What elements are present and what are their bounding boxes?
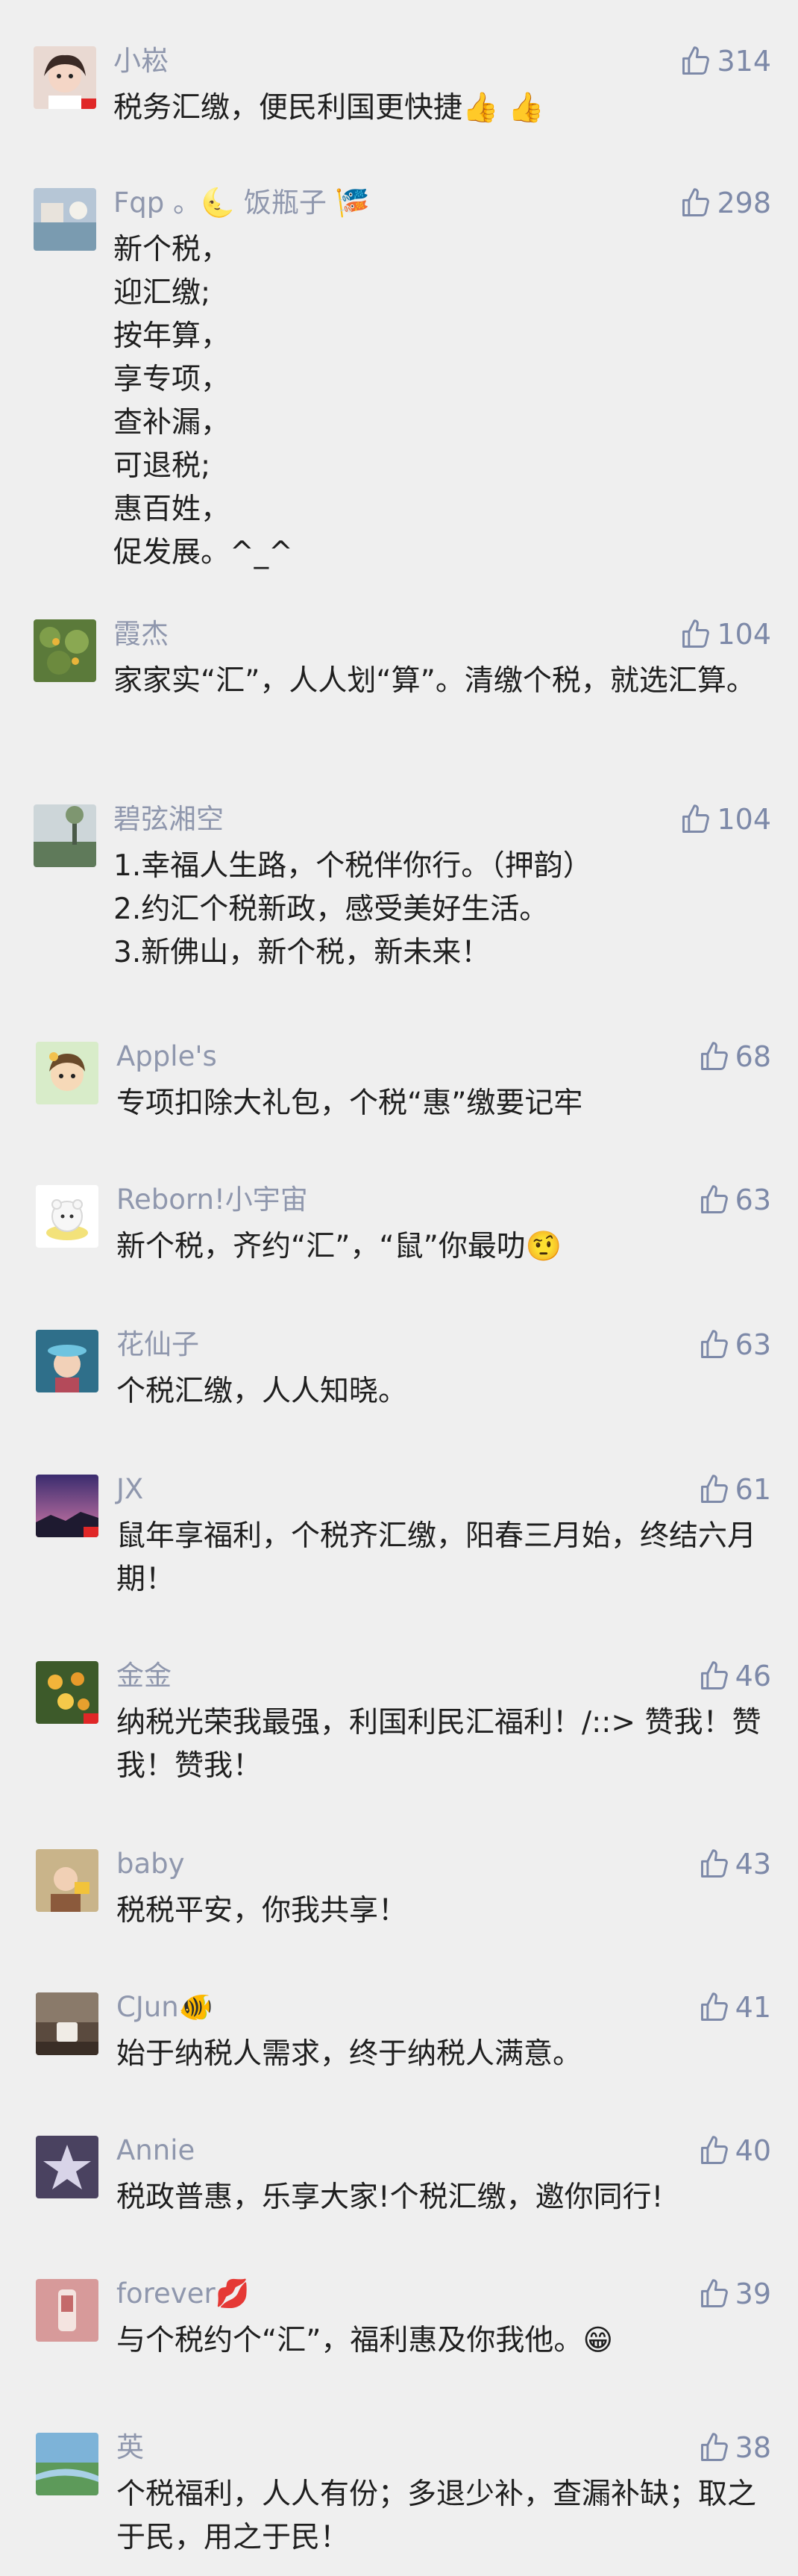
comment-text: 纳税光荣我最强，利国利民汇福利！/::> 赞我！赞我！赞我！ [116, 1706, 761, 1783]
username[interactable]: baby [116, 1848, 185, 1881]
flag-badge [84, 1527, 98, 1537]
comment-text: 新个税，齐约“汇”，“鼠”你最叻🤨 [116, 1230, 562, 1263]
username[interactable]: 花仙子 [116, 1328, 199, 1361]
like-count: 104 [717, 803, 771, 836]
like-button[interactable]: 104 [679, 618, 771, 651]
comment-text: 个税福利，人人有份；多退少补，查漏补缺；取之于民，用之于民！ [116, 2477, 757, 2554]
like-count: 314 [717, 45, 771, 78]
like-count: 39 [735, 2278, 771, 2310]
like-button[interactable]: 63 [698, 1184, 771, 1216]
avatar[interactable] [34, 188, 96, 251]
avatar[interactable] [36, 2433, 98, 2495]
username[interactable]: forever💋 [116, 2278, 250, 2310]
avatar[interactable] [34, 804, 96, 867]
thumbs-up-icon [700, 2279, 728, 2307]
username[interactable]: Reborn!小宇宙 [116, 1184, 308, 1216]
username[interactable]: 小崧 [113, 45, 169, 78]
username[interactable]: Annie [116, 2134, 195, 2167]
like-count: 38 [735, 2431, 771, 2464]
username[interactable]: 碧弦湘空 [113, 803, 224, 836]
avatar[interactable] [34, 619, 96, 682]
comment-text: 始于纳税人需求，终于纳税人满意。 [116, 2037, 582, 2071]
like-button[interactable]: 46 [698, 1660, 771, 1692]
avatar[interactable] [34, 46, 96, 109]
comment-text: 新个税， 迎汇缴; 按年算， 享专项， 查补漏， 可退税; 惠百姓， 促发展。^… [113, 233, 293, 569]
like-count: 104 [717, 618, 771, 651]
like-count: 46 [735, 1660, 771, 1692]
like-button[interactable]: 40 [698, 2134, 771, 2167]
avatar[interactable] [36, 1475, 98, 1537]
like-count: 298 [717, 187, 771, 219]
like-button[interactable]: 38 [698, 2431, 771, 2464]
avatar[interactable] [36, 1661, 98, 1724]
like-count: 68 [735, 1040, 771, 1073]
like-button[interactable]: 104 [679, 803, 771, 836]
thumbs-up-icon [700, 2136, 728, 2164]
like-button[interactable]: 68 [698, 1040, 771, 1073]
like-button[interactable]: 43 [698, 1848, 771, 1881]
thumbs-up-icon [700, 1330, 728, 1358]
comment-text: 税务汇缴，便民利国更快捷👍 👍 [113, 91, 544, 125]
comment-text: 与个税约个“汇”，福利惠及你我他。😁 [116, 2324, 614, 2357]
like-button[interactable]: 61 [698, 1473, 771, 1506]
like-count: 41 [735, 1991, 771, 2024]
username[interactable]: JX [116, 1473, 143, 1506]
avatar[interactable] [36, 1330, 98, 1392]
avatar[interactable] [36, 1849, 98, 1912]
comment-feed: 小崧 314 税务汇缴，便民利国更快捷👍 👍 Fqp 。🌜 饭瓶子 🎏 298 … [0, 0, 798, 2576]
like-count: 63 [735, 1184, 771, 1216]
comment-text: 1.幸福人生路，个税伴你行。（押韵） 2.约汇个税新政，感受美好生活。 3.新佛… [113, 849, 592, 969]
thumbs-up-icon [700, 1042, 728, 1070]
thumbs-up-icon [700, 2433, 728, 2461]
like-button[interactable]: 39 [698, 2278, 771, 2310]
comment-text: 税政普惠，乐享大家!个税汇缴，邀你同行! [116, 2180, 664, 2214]
thumbs-up-icon [682, 188, 710, 216]
comment-text: 专项扣除大礼包，个税“惠”缴要记牢 [116, 1087, 583, 1120]
comment-text: 税税平安，你我共享！ [116, 1894, 408, 1928]
username[interactable]: 英 [116, 2431, 144, 2464]
like-button[interactable]: 314 [679, 45, 771, 78]
thumbs-up-icon [682, 46, 710, 75]
like-button[interactable]: 41 [698, 1991, 771, 2024]
flag-badge [84, 1713, 98, 1724]
avatar[interactable] [36, 1042, 98, 1104]
like-button[interactable]: 63 [698, 1328, 771, 1361]
like-count: 40 [735, 2134, 771, 2167]
like-count: 43 [735, 1848, 771, 1881]
thumbs-up-icon [700, 1992, 728, 2021]
thumbs-up-icon [700, 1475, 728, 1503]
username[interactable]: Apple's [116, 1040, 217, 1073]
thumbs-up-icon [700, 1185, 728, 1213]
like-count: 61 [735, 1473, 771, 1506]
avatar[interactable] [36, 1185, 98, 1248]
username[interactable]: 霞杰 [113, 618, 169, 651]
avatar[interactable] [36, 2279, 98, 2342]
thumbs-up-icon [682, 619, 710, 648]
thumbs-up-icon [682, 804, 710, 833]
like-button[interactable]: 298 [679, 187, 771, 219]
avatar[interactable] [36, 1992, 98, 2055]
comment-text: 个税汇缴，人人知晓。 [116, 1375, 408, 1408]
comment-text: 家家实“汇”，人人划“算”。清缴个税，就选汇算。 [113, 664, 755, 698]
username[interactable]: CJun🐠 [116, 1991, 213, 2024]
username[interactable]: 金金 [116, 1660, 172, 1692]
username[interactable]: Fqp 。🌜 饭瓶子 🎏 [113, 187, 370, 219]
avatar[interactable] [36, 2136, 98, 2198]
thumbs-up-icon [700, 1849, 728, 1878]
comment-text: 鼠年享福利，个税齐汇缴，阳春三月始，终结六月期！ [116, 1519, 757, 1596]
thumbs-up-icon [700, 1661, 728, 1689]
flag-badge [81, 99, 96, 109]
like-count: 63 [735, 1328, 771, 1361]
